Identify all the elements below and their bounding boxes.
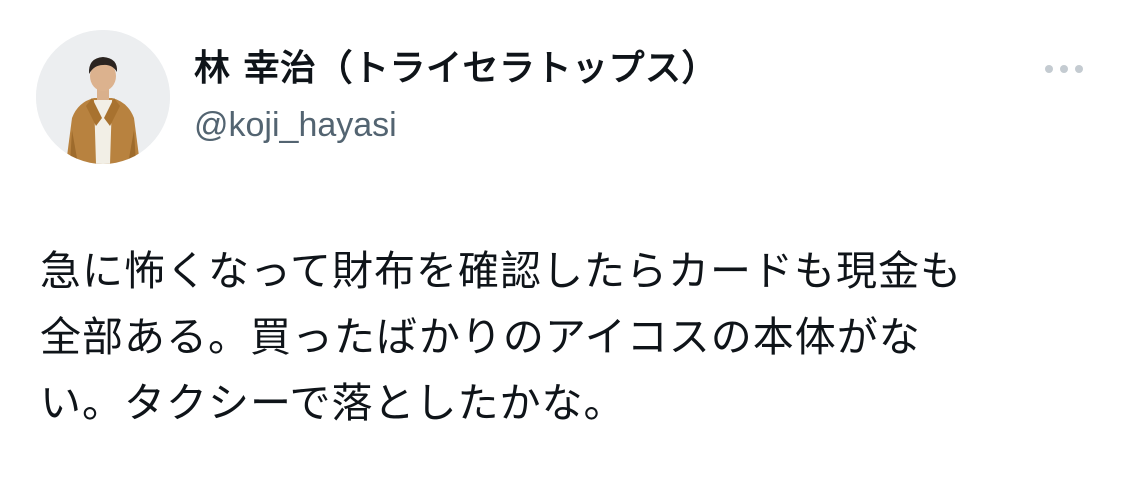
more-dot (1060, 65, 1068, 73)
tweet-text-line: 全部ある。買ったばかりのアイコスの本体がな (40, 313, 921, 361)
tweet-text: 急に怖くなって財布を確認したらカードも現金も 全部ある。買ったばかりのアイコスの… (40, 238, 1100, 436)
author-avatar[interactable] (36, 30, 170, 164)
author-handle[interactable]: @koji_hayasi (194, 102, 397, 148)
avatar-image (36, 30, 170, 164)
tweet-text-line: い。タクシーで落としたかな。 (40, 379, 626, 427)
author-display-name[interactable]: 林 幸治（トライセラトップス） (194, 44, 718, 94)
more-horizontal-icon[interactable] (1034, 54, 1094, 84)
more-dot (1075, 65, 1083, 73)
more-dot (1045, 65, 1053, 73)
tweet-text-line: 急に怖くなって財布を確認したらカードも現金も (40, 247, 962, 295)
tweet-card: 林 幸治（トライセラトップス） @koji_hayasi 急に怖くなって財布を確… (0, 0, 1125, 485)
